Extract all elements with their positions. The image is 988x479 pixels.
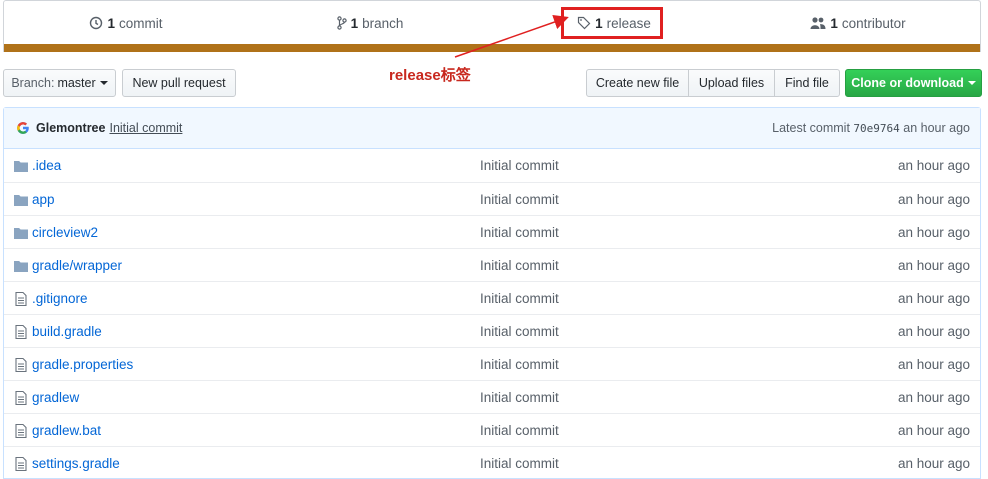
file-commit-age: an hour ago bbox=[897, 323, 970, 339]
commit-sha-link[interactable]: 70e9764 bbox=[853, 122, 899, 135]
file-row: build.gradle Initial commit an hour ago bbox=[4, 314, 980, 347]
file-icon bbox=[13, 291, 29, 307]
file-commit-message-link[interactable]: Initial commit bbox=[480, 225, 559, 240]
history-icon bbox=[90, 16, 103, 30]
language-color-bar bbox=[4, 44, 980, 52]
file-name-link[interactable]: app bbox=[32, 192, 55, 207]
commits-link[interactable]: 1 commit bbox=[4, 16, 248, 31]
caret-down-icon bbox=[967, 81, 976, 85]
people-icon bbox=[810, 17, 826, 29]
clone-or-download-button[interactable]: Clone or download bbox=[845, 69, 982, 97]
upload-files-button[interactable]: Upload files bbox=[688, 69, 775, 97]
file-commit-message-link[interactable]: Initial commit bbox=[480, 192, 559, 207]
branches-count: 1 bbox=[350, 15, 359, 31]
file-row: settings.gradle Initial commit an hour ago bbox=[4, 446, 980, 479]
file-commit-age: an hour ago bbox=[897, 356, 970, 372]
file-row: .idea Initial commit an hour ago bbox=[4, 149, 980, 182]
file-commit-age: an hour ago bbox=[897, 290, 970, 306]
branch-icon bbox=[336, 16, 347, 30]
caret-down-icon bbox=[99, 81, 108, 85]
file-icon bbox=[13, 324, 29, 340]
contributors-link[interactable]: 1 contributor bbox=[736, 16, 980, 31]
folder-icon bbox=[13, 158, 29, 174]
file-name-link[interactable]: .gitignore bbox=[32, 291, 88, 306]
file-name-link[interactable]: gradlew bbox=[32, 390, 79, 405]
file-icon bbox=[13, 357, 29, 373]
folder-icon bbox=[13, 225, 29, 241]
commit-author[interactable]: Glemontree bbox=[36, 121, 105, 135]
folder-icon bbox=[13, 192, 29, 208]
file-commit-message-link[interactable]: Initial commit bbox=[480, 324, 559, 339]
contributors-label: contributor bbox=[841, 15, 906, 31]
file-name-link[interactable]: settings.gradle bbox=[32, 456, 120, 471]
latest-commit-prefix: Latest commit bbox=[772, 121, 850, 135]
file-row: gradle.properties Initial commit an hour a… bbox=[4, 347, 980, 380]
find-file-button[interactable]: Find file bbox=[774, 69, 840, 97]
file-commit-message-link[interactable]: Initial commit bbox=[480, 158, 559, 173]
file-name-link[interactable]: .idea bbox=[32, 158, 61, 173]
branch-select-button[interactable]: Branch: master bbox=[3, 69, 116, 97]
file-row: circleview2 Initial commit an hour ago bbox=[4, 215, 980, 248]
release-highlight-box bbox=[561, 7, 663, 39]
file-commit-message-link[interactable]: Initial commit bbox=[480, 423, 559, 438]
file-commit-age: an hour ago bbox=[897, 224, 970, 240]
file-row: gradle/wrapper Initial commit an hour ago bbox=[4, 248, 980, 281]
file-name-link[interactable]: build.gradle bbox=[32, 324, 102, 339]
file-commit-age: an hour ago bbox=[897, 191, 970, 207]
clone-label: Clone or download bbox=[851, 76, 964, 90]
file-commit-message-link[interactable]: Initial commit bbox=[480, 357, 559, 372]
branches-link[interactable]: 1 branch bbox=[248, 16, 492, 31]
latest-commit-bar: Glemontree Initial commit Latest commit … bbox=[4, 108, 980, 149]
repo-numbers-summary: 1 commit 1 branch 1 release 1 contributo… bbox=[3, 0, 981, 52]
file-table: Glemontree Initial commit Latest commit … bbox=[3, 107, 981, 479]
contributors-count: 1 bbox=[830, 15, 838, 31]
file-commit-age: an hour ago bbox=[897, 422, 970, 438]
file-actions-group: Create new file Upload files Find file bbox=[586, 69, 840, 97]
latest-commit-age: an hour ago bbox=[903, 121, 970, 135]
file-commit-message-link[interactable]: Initial commit bbox=[480, 291, 559, 306]
file-name-link[interactable]: gradle.properties bbox=[32, 357, 133, 372]
file-commit-message-link[interactable]: Initial commit bbox=[480, 258, 559, 273]
file-row: .gitignore Initial commit an hour ago bbox=[4, 281, 980, 314]
file-commit-age: an hour ago bbox=[897, 158, 970, 173]
folder-icon bbox=[13, 258, 29, 274]
file-icon bbox=[13, 390, 29, 406]
branch-prefix: Branch: bbox=[11, 76, 55, 90]
file-icon bbox=[13, 456, 29, 472]
file-commit-message-link[interactable]: Initial commit bbox=[480, 456, 559, 471]
file-name-link[interactable]: gradlew.bat bbox=[32, 423, 101, 438]
file-list: .idea Initial commit an hour ago app Initial… bbox=[4, 149, 980, 479]
file-row: gradlew.bat Initial commit an hour ago bbox=[4, 413, 980, 446]
commit-message-link[interactable]: Initial commit bbox=[109, 121, 182, 135]
file-commit-age: an hour ago bbox=[897, 257, 970, 273]
new-pull-request-button[interactable]: New pull request bbox=[122, 69, 236, 97]
latest-commit-info: Latest commit 70e9764 an hour ago bbox=[772, 121, 970, 135]
branch-name: master bbox=[57, 76, 96, 90]
file-icon bbox=[13, 423, 29, 439]
file-name-link[interactable]: gradle/wrapper bbox=[32, 258, 122, 273]
file-commit-age: an hour ago bbox=[897, 455, 970, 471]
file-commit-age: an hour ago bbox=[897, 389, 970, 405]
file-row: app Initial commit an hour ago bbox=[4, 182, 980, 215]
create-new-file-button[interactable]: Create new file bbox=[586, 69, 689, 97]
google-avatar-icon[interactable] bbox=[16, 121, 30, 135]
file-commit-message-link[interactable]: Initial commit bbox=[480, 390, 559, 405]
commits-count: 1 bbox=[107, 15, 115, 31]
branches-label: branch bbox=[362, 15, 404, 31]
file-name-link[interactable]: circleview2 bbox=[32, 225, 98, 240]
file-row: gradlew Initial commit an hour ago bbox=[4, 380, 980, 413]
annotation-label: release标签 bbox=[389, 67, 471, 84]
commits-label: commit bbox=[119, 15, 163, 31]
